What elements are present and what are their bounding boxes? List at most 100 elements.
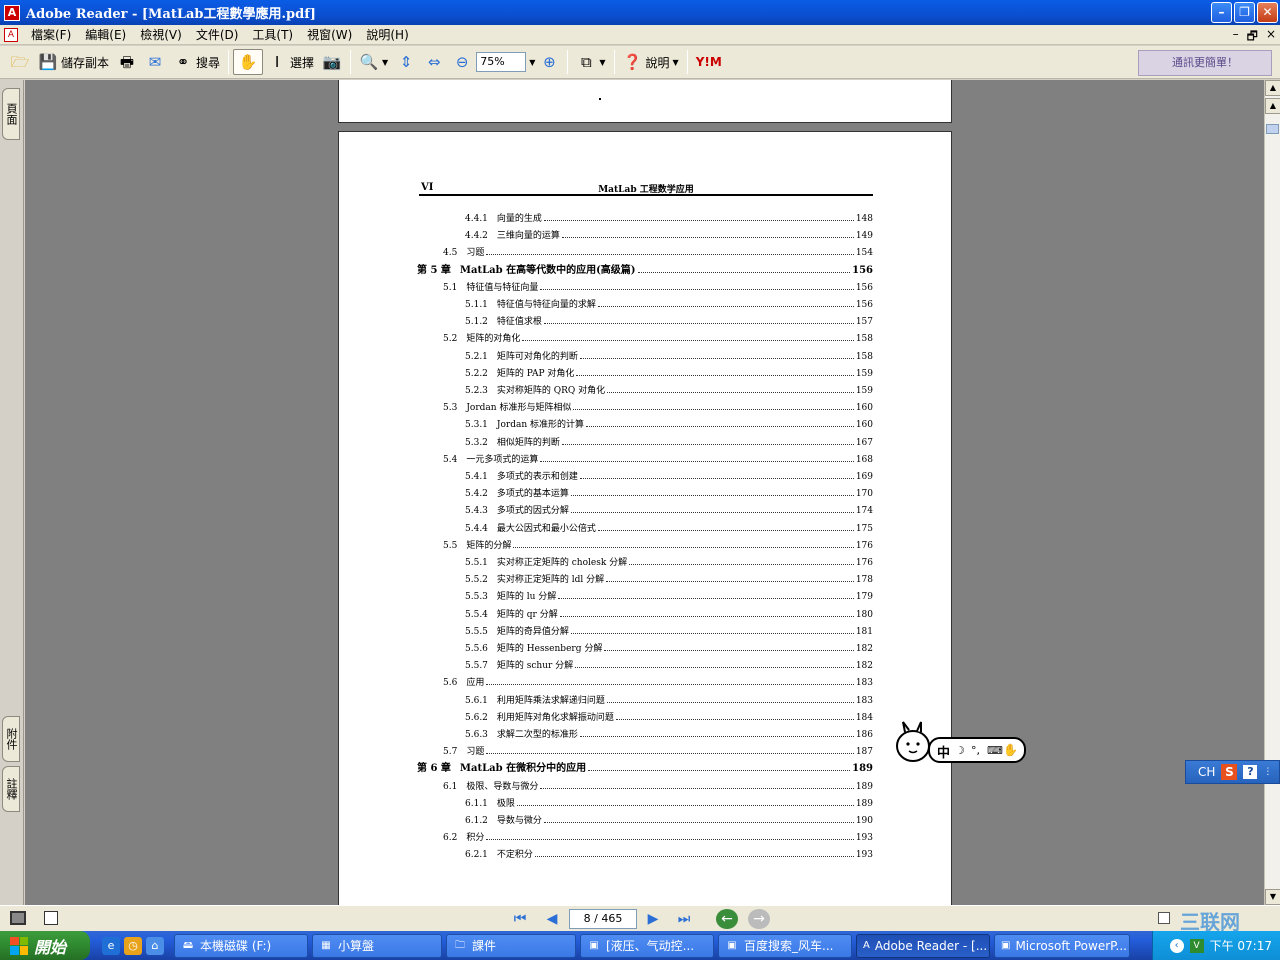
keyboard-icon[interactable]: ⌨ — [987, 744, 1003, 757]
help-icon[interactable]: ? — [1243, 765, 1258, 779]
antivirus-icon[interactable]: V — [1189, 938, 1204, 953]
sogou-ime-icon[interactable]: S — [1221, 764, 1238, 780]
ime-chinese-mode[interactable]: 中 — [937, 742, 950, 761]
next-page-button[interactable]: ▶ — [641, 909, 665, 929]
toc-leader-dots — [559, 615, 854, 617]
first-page-button[interactable]: ⏮ — [508, 909, 532, 929]
tray-expand-icon[interactable]: ‹ — [1169, 938, 1184, 953]
select-label: 選擇 — [290, 55, 315, 70]
promo-banner[interactable]: 通訊更簡單！ — [1138, 50, 1272, 76]
toc-number: 6.1.2 — [465, 816, 488, 826]
langbar-options-icon[interactable]: ⋮ — [1263, 767, 1272, 777]
menu-document[interactable]: 文件(D) — [189, 26, 246, 43]
page-number-input[interactable]: 8 / 465 — [569, 909, 637, 929]
select-tool-button[interactable]: I 選擇 — [263, 49, 318, 75]
page-layout-icon[interactable] — [10, 911, 26, 925]
zoom-in-button[interactable]: ⊕ — [535, 49, 563, 75]
toc-leader-dots — [570, 632, 854, 634]
view-mode-icon[interactable] — [1158, 912, 1170, 924]
scroll-up-arrow[interactable]: ▲ — [1265, 98, 1280, 114]
zoom-in-tool-button[interactable]: 🔍 ▼ — [355, 49, 392, 75]
hand-tool-button[interactable]: ✋ — [233, 49, 264, 75]
document-viewport[interactable]: VI MatLab 工程数学应用 4.4.1 向量的生成 148 4.4.2 三维向量的… — [25, 80, 1264, 905]
close-button[interactable]: ✕ — [1257, 2, 1278, 23]
fit-page-icon: ⇕ — [399, 53, 413, 71]
snapshot-button[interactable]: 📷 — [318, 49, 346, 75]
taskbar-task-button[interactable]: ▦ 小算盤 — [312, 933, 442, 958]
taskbar-task-button[interactable]: 🗀 課件 — [446, 933, 576, 958]
yahoo-messenger-button[interactable]: Y!M — [692, 49, 726, 75]
toc-row: 5.1.1 特征值与特征向量的求解 156 — [339, 294, 953, 310]
toc-chapter-row: 第 5 章 MatLab 在高等代数中的应用(高级篇) 156 — [339, 260, 953, 276]
go-forward-button[interactable]: → — [748, 909, 770, 929]
chevron-down-icon[interactable]: ▼ — [599, 58, 605, 67]
toc-title: 特征值与特征向量 — [466, 282, 539, 293]
menu-help[interactable]: 說明(H) — [359, 26, 415, 43]
taskbar-task-button[interactable]: ▣ [液压、气动控... — [580, 933, 714, 958]
go-back-button[interactable]: ← — [716, 909, 738, 929]
taskbar-task-button[interactable]: 🖴 本機磁碟 (F:) — [174, 933, 308, 958]
open-button[interactable]: 🗁 — [6, 49, 34, 75]
rotate-view-button[interactable]: ⧉ ▼ — [572, 49, 609, 75]
taskbar-task-button[interactable]: A Adobe Reader - [... — [856, 933, 990, 958]
zoom-input[interactable]: 75% — [476, 52, 527, 72]
last-page-button[interactable]: ⏭ — [672, 909, 696, 929]
toc-page-number: 176 — [855, 540, 873, 551]
tab-comments[interactable]: 註釋 — [2, 766, 20, 812]
language-indicator[interactable]: CH — [1198, 765, 1215, 779]
scroll-up-button[interactable]: ▲ — [1265, 80, 1280, 96]
menu-file[interactable]: 檔案(F) — [24, 26, 78, 43]
ime-mascot-toolbar[interactable]: 中 ☽ °, ⌨ ✋ — [895, 720, 1027, 764]
app-icon[interactable]: ⌂ — [146, 936, 164, 955]
document-icon[interactable]: A — [4, 27, 18, 42]
doc-close-button[interactable]: × — [1266, 27, 1276, 48]
toc-title: 相似矩阵的判断 — [496, 437, 560, 448]
taskbar-task-button[interactable]: ▣ Microsoft PowerP... — [994, 933, 1130, 958]
print-button[interactable]: 🖶 — [113, 49, 141, 75]
scroll-down-button[interactable]: ▼ — [1265, 889, 1280, 905]
menu-tools[interactable]: 工具(T) — [245, 26, 300, 43]
previous-page-button[interactable]: ◀ — [540, 909, 564, 929]
toc-title: 矩阵的 Hessenberg 分解 — [496, 644, 603, 654]
window-titlebar[interactable]: A Adobe Reader - [MatLab工程數學應用.pdf] – ❐ … — [0, 0, 1280, 25]
menu-view[interactable]: 檢視(V) — [133, 26, 189, 43]
toc-title: 利用矩阵对角化求解振动问题 — [496, 712, 614, 723]
zoom-out-button[interactable]: ⊖ — [448, 49, 476, 75]
internet-explorer-icon[interactable]: e — [102, 936, 120, 955]
minimize-button[interactable]: – — [1211, 2, 1232, 23]
toc-number: 4.4.1 — [465, 214, 488, 224]
toc-row: 5.4.4 最大公因式和最小公倍式 175 — [339, 518, 953, 534]
email-button[interactable]: ✉ — [141, 49, 169, 75]
taskbar-task-button[interactable]: ▣ 百度搜索_风车... — [718, 933, 852, 958]
doc-minimize-button[interactable]: – — [1233, 27, 1239, 48]
hand-wave-icon[interactable]: ✋ — [1003, 743, 1018, 757]
toc-leader-dots — [543, 220, 854, 221]
clock[interactable]: 下午 07:17 — [1210, 937, 1272, 954]
binoculars-icon: ⚭ — [176, 53, 190, 71]
toc-row: 5.4.3 多项式的因式分解 174 — [339, 500, 953, 516]
language-bar[interactable]: CH S ? ⋮ — [1185, 760, 1280, 784]
tab-attachments[interactable]: 附件 — [2, 716, 20, 762]
fit-width-button[interactable]: ⇔ — [420, 49, 448, 75]
outlook-icon[interactable]: ◷ — [124, 936, 142, 955]
start-button[interactable]: 開始 — [0, 931, 90, 960]
tab-pages[interactable]: 頁面 — [2, 88, 20, 140]
help-button[interactable]: ❓ 說明 ▼ — [619, 49, 683, 75]
toc-number: 5.4.1 — [465, 472, 488, 482]
toc-page-number: 159 — [855, 368, 873, 379]
menu-edit[interactable]: 編輯(E) — [78, 26, 133, 43]
fit-page-button[interactable]: ⇕ — [392, 49, 420, 75]
search-button[interactable]: ⚭ 搜尋 — [169, 49, 224, 75]
toc-leader-dots — [604, 650, 854, 651]
punctuation-icon[interactable]: °, — [971, 744, 980, 757]
chevron-down-icon[interactable]: ▼ — [673, 58, 679, 67]
single-page-icon[interactable] — [44, 911, 58, 925]
moon-icon[interactable]: ☽ — [955, 744, 965, 757]
scroll-thumb[interactable] — [1266, 124, 1279, 134]
doc-restore-button[interactable]: 🗗 — [1247, 27, 1258, 48]
save-copy-button[interactable]: 💾 儲存副本 — [34, 49, 113, 75]
menu-window[interactable]: 視窗(W) — [300, 26, 359, 43]
restore-button[interactable]: ❐ — [1234, 2, 1255, 23]
chevron-down-icon[interactable]: ▼ — [382, 58, 388, 67]
toc-leader-dots — [540, 787, 854, 789]
